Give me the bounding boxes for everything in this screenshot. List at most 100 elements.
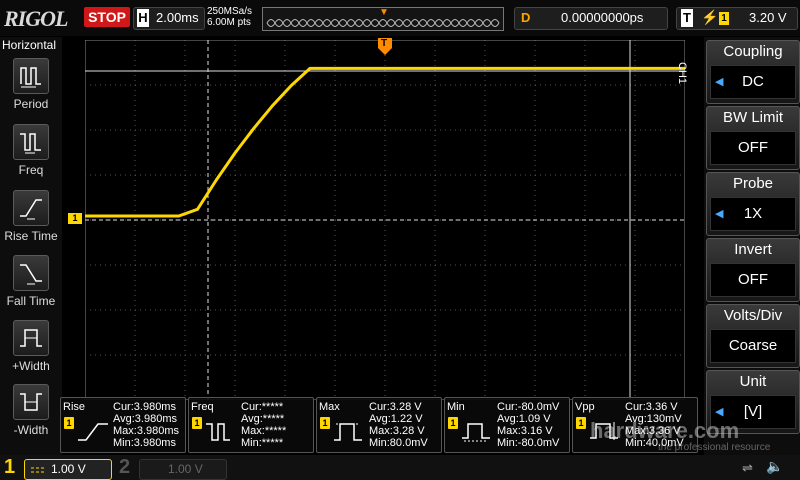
rigol-logo: RIGOL bbox=[4, 6, 68, 31]
ch1-offset-marker[interactable]: 1 bbox=[68, 213, 82, 224]
measurement-max: Max:3.16 V bbox=[497, 425, 553, 437]
measurement-name: Max bbox=[319, 401, 340, 413]
ch1-scale-box[interactable]: 1.00 V bbox=[24, 459, 112, 480]
measurement-min[interactable]: Min 1 Cur:-80.0mV Avg:1.09 V Max:3.16 V … bbox=[444, 397, 570, 453]
measure-rise-time-button[interactable]: Rise Time bbox=[0, 190, 62, 243]
probe-title: Probe bbox=[732, 175, 774, 192]
rise-time-icon bbox=[13, 190, 49, 226]
measure-freq-button[interactable]: Freq bbox=[0, 124, 62, 177]
measurement-min: Min:***** bbox=[241, 437, 284, 449]
measure-positive-width-button[interactable]: +Width bbox=[0, 320, 62, 373]
negative-width-icon bbox=[13, 384, 49, 420]
waveform-graticule[interactable] bbox=[85, 40, 685, 400]
channel-tag: CH1 bbox=[676, 62, 688, 85]
volts-div-softkey[interactable]: Volts/Div Coarse bbox=[706, 304, 800, 368]
measurement-avg: Avg:***** bbox=[241, 413, 285, 425]
frequency-icon bbox=[13, 124, 49, 160]
bw-limit-title: BW Limit bbox=[723, 109, 783, 126]
measurement-name: Vpp bbox=[575, 401, 595, 413]
measurement-channel-chip: 1 bbox=[320, 417, 330, 429]
left-menu-title: Horizontal bbox=[2, 38, 57, 52]
measurement-rise[interactable]: Rise 1 Cur:3.980ms Avg:3.980ms Max:3.980… bbox=[60, 397, 186, 453]
positive-width-label: +Width bbox=[12, 359, 50, 373]
measurement-channel-chip: 1 bbox=[192, 417, 202, 429]
positive-width-icon bbox=[13, 320, 49, 356]
measurement-max: Max:***** bbox=[241, 425, 287, 437]
timebase-value: 2.00ms bbox=[156, 10, 199, 25]
measurement-max: Max:3.980ms bbox=[113, 425, 180, 437]
trigger-label: T bbox=[681, 9, 693, 27]
unit-title: Unit bbox=[739, 373, 767, 390]
measurement-cur: Cur:-80.0mV bbox=[497, 401, 560, 413]
measure-period-button[interactable]: Period bbox=[0, 58, 62, 111]
acquisition-info: 250MSa/s 6.00M pts bbox=[207, 6, 252, 28]
measurement-avg: Avg:1.09 V bbox=[497, 413, 551, 425]
delay-value: 0.00000000ps bbox=[561, 10, 644, 25]
trigger-position-marker[interactable]: T bbox=[378, 38, 392, 56]
period-icon bbox=[13, 58, 49, 94]
horizontal-label: H bbox=[137, 9, 149, 27]
run-stop-button[interactable]: STOP bbox=[84, 7, 130, 27]
bw-limit-softkey[interactable]: BW Limit OFF bbox=[706, 106, 800, 170]
fall-time-label: Fall Time bbox=[6, 294, 56, 308]
memory-overview-window[interactable]: ▼ bbox=[262, 7, 504, 31]
ch1-number[interactable]: 1 bbox=[4, 456, 15, 479]
invert-softkey[interactable]: Invert OFF bbox=[706, 238, 800, 302]
measurement-channel-chip: 1 bbox=[64, 417, 74, 429]
watermark-text: hardware.com bbox=[590, 418, 740, 443]
bw-limit-value: OFF bbox=[738, 139, 768, 156]
measurement-name: Rise bbox=[63, 401, 86, 413]
probe-value: 1X bbox=[743, 205, 763, 222]
volts-div-value: Coarse bbox=[728, 337, 778, 354]
trigger-level-value: 3.20 V bbox=[749, 10, 787, 25]
graticule-grid bbox=[85, 40, 685, 400]
measurement-cur: Cur:3.36 V bbox=[625, 401, 678, 413]
rise-time-label: Rise Time bbox=[4, 229, 58, 243]
invert-value: OFF bbox=[738, 271, 768, 288]
sample-rate: 250MSa/s bbox=[207, 6, 253, 17]
memory-trigger-marker-icon: ▼ bbox=[379, 7, 389, 18]
invert-title: Invert bbox=[734, 241, 772, 258]
negative-width-label: -Width bbox=[13, 423, 49, 437]
measurement-max[interactable]: Max 1 Cur:3.28 V Avg:1.22 V Max:3.28 V M… bbox=[316, 397, 442, 453]
min-icon bbox=[462, 423, 490, 442]
measurement-min: Min:80.0mV bbox=[369, 437, 428, 449]
coupling-value: DC bbox=[742, 73, 764, 90]
usb-icon: ⇌ bbox=[742, 460, 753, 475]
measurement-cur: Cur:***** bbox=[241, 401, 284, 413]
frequency-icon bbox=[206, 423, 230, 441]
measurement-channel-chip: 1 bbox=[576, 417, 586, 429]
watermark-subtitle: the professional resource bbox=[658, 442, 771, 453]
probe-softkey[interactable]: Probe ◀ 1X bbox=[706, 172, 800, 236]
trigger-marker-label: T bbox=[381, 38, 388, 49]
delay-box[interactable]: D 0.00000000ps bbox=[514, 7, 668, 30]
measurement-avg: Avg:3.980ms bbox=[113, 413, 178, 425]
coupling-title: Coupling bbox=[723, 43, 783, 60]
freq-label: Freq bbox=[18, 163, 44, 177]
measurement-channel-chip: 1 bbox=[448, 417, 458, 429]
measurement-cur: Cur:3.980ms bbox=[113, 401, 176, 413]
ch2-number[interactable]: 2 bbox=[119, 456, 130, 479]
ch1-scale-value: 1.00 V bbox=[51, 462, 86, 476]
memory-depth: 6.00M pts bbox=[207, 17, 251, 28]
dc-coupling-icon bbox=[31, 467, 45, 473]
volts-div-title: Volts/Div bbox=[723, 307, 783, 324]
ch2-scale-box[interactable]: 1.00 V bbox=[139, 459, 227, 480]
period-label: Period bbox=[13, 97, 49, 111]
measurement-name: Min bbox=[447, 401, 465, 413]
trigger-box[interactable]: T ⚡ 1 3.20 V bbox=[676, 7, 798, 30]
measurement-min: Min:-80.0mV bbox=[497, 437, 560, 449]
measure-fall-time-button[interactable]: Fall Time bbox=[0, 255, 62, 308]
horizontal-timebase-box[interactable]: H 2.00ms bbox=[133, 7, 205, 30]
rise-time-icon bbox=[78, 423, 108, 441]
rising-edge-icon: ⚡ bbox=[701, 9, 719, 25]
measurement-freq[interactable]: Freq 1 Cur:***** Avg:***** Max:***** Min… bbox=[188, 397, 314, 453]
measurement-min: Min:3.980ms bbox=[113, 437, 176, 449]
coupling-softkey[interactable]: Coupling ◀ DC bbox=[706, 40, 800, 104]
max-icon bbox=[334, 423, 362, 441]
measurement-name: Freq bbox=[191, 401, 214, 413]
trigger-source-chip: 1 bbox=[719, 12, 729, 25]
speaker-icon[interactable]: 🔈 bbox=[766, 458, 783, 475]
measure-negative-width-button[interactable]: -Width bbox=[0, 384, 62, 437]
ch1-offset-marker-label: 1 bbox=[72, 213, 78, 223]
